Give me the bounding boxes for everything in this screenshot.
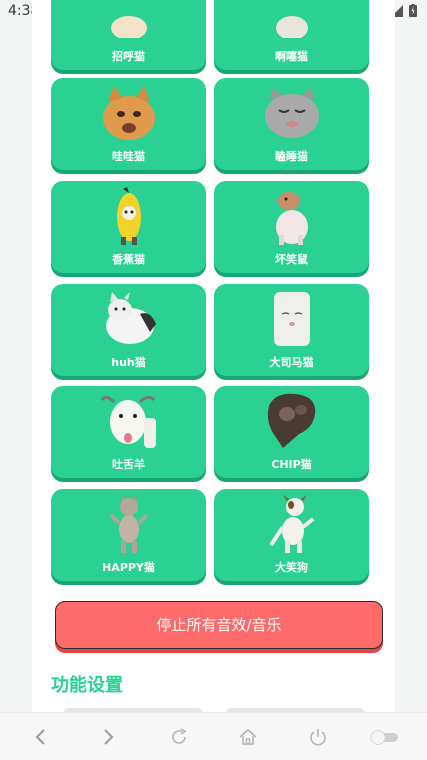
banana-cat-image [99,187,159,245]
capybara-smirk-image [262,187,322,245]
sound-tile-wave-cat[interactable]: 招呼猫 [51,0,206,70]
tile-label: HAPPY猫 [102,561,155,574]
section-title-settings: 功能设置 [51,675,123,696]
toggle-icon[interactable] [370,726,400,748]
sound-tile-happy-cat[interactable]: HAPPY猫 [51,489,206,581]
tile-label: CHIP猫 [271,458,312,471]
battery-icon [409,4,417,17]
tile-label: 香蕉猫 [112,253,145,266]
tile-label: 瞌睡猫 [275,150,308,163]
forward-icon[interactable] [98,726,120,748]
sound-tile-sleepy-cat[interactable]: 瞌睡猫 [214,78,369,170]
sound-tile-smirk-rodent[interactable]: 坏笑鼠 [214,181,369,273]
sound-tile-huh-cat[interactable]: huh猫 [51,284,206,376]
tile-label: 啊噻猫 [275,50,308,63]
cat-wave-image [99,0,159,42]
cat-chip-image [262,392,322,450]
back-icon[interactable] [29,726,51,748]
cat-huh-image [99,290,159,348]
cat-crying-image [99,84,159,142]
home-icon[interactable] [237,726,259,748]
cat-sleepy-image [262,84,322,142]
reload-icon[interactable] [168,726,190,748]
tile-label: huh猫 [111,356,146,369]
tile-label: 大笑狗 [275,561,308,574]
stop-all-sounds-button[interactable]: 停止所有音效/音乐 [55,601,383,649]
sound-tile-banana-cat[interactable]: 香蕉猫 [51,181,206,273]
tile-label: 坏笑鼠 [275,253,308,266]
sound-tile-laughing-dog[interactable]: 大笑狗 [214,489,369,581]
tile-label: 大司马猫 [269,356,314,369]
cat-happy-image [99,495,159,553]
tile-label: 吐舌羊 [112,458,145,471]
goat-tongue-image [99,392,159,450]
cat-white-image [262,290,322,348]
tile-label: 招呼猫 [112,50,145,63]
sound-tile-tongue-goat[interactable]: 吐舌羊 [51,386,206,478]
sound-tile-chip-cat[interactable]: CHIP猫 [214,386,369,478]
cat-blep-image [262,0,322,42]
sound-tile-crying-cat[interactable]: 哇哇猫 [51,78,206,170]
sound-tile-blep-cat[interactable]: 啊噻猫 [214,0,369,70]
tile-label: 哇哇猫 [112,150,145,163]
power-icon[interactable] [307,726,329,748]
dog-laugh-image [262,495,322,553]
sound-tile-white-cat[interactable]: 大司马猫 [214,284,369,376]
bottom-navigation-bar [0,712,427,760]
